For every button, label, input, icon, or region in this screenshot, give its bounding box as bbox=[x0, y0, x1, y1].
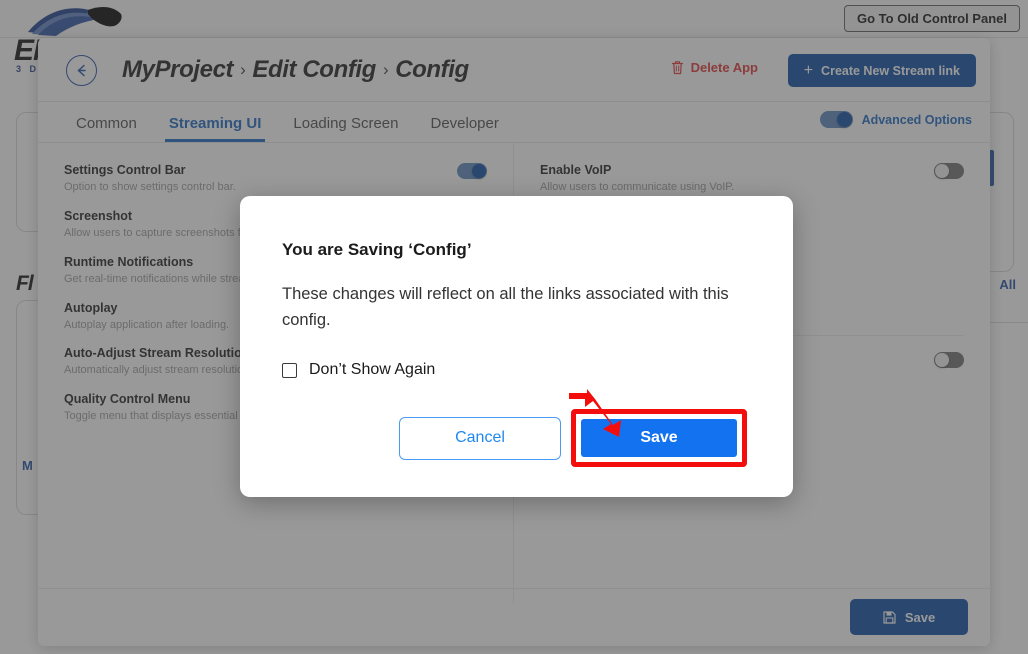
dont-show-again-row[interactable]: Don’t Show Again bbox=[282, 361, 751, 379]
dialog-cancel-button[interactable]: Cancel bbox=[399, 416, 561, 460]
dialog-title: You are Saving ‘Config’ bbox=[282, 240, 472, 259]
dont-show-again-label: Don’t Show Again bbox=[309, 361, 436, 379]
dont-show-again-checkbox[interactable] bbox=[282, 362, 297, 378]
dialog-actions: Cancel Save bbox=[282, 409, 751, 468]
screenshot-root: Go To Old Control Panel EN 3 D Fl M All bbox=[0, 0, 1028, 654]
save-confirm-dialog: You are Saving ‘Config’ These changes wi… bbox=[240, 196, 793, 497]
dialog-body-text: These changes will reflect on all the li… bbox=[282, 285, 729, 329]
dialog-save-highlight: Save bbox=[571, 409, 747, 468]
dialog-save-button[interactable]: Save bbox=[581, 419, 737, 458]
